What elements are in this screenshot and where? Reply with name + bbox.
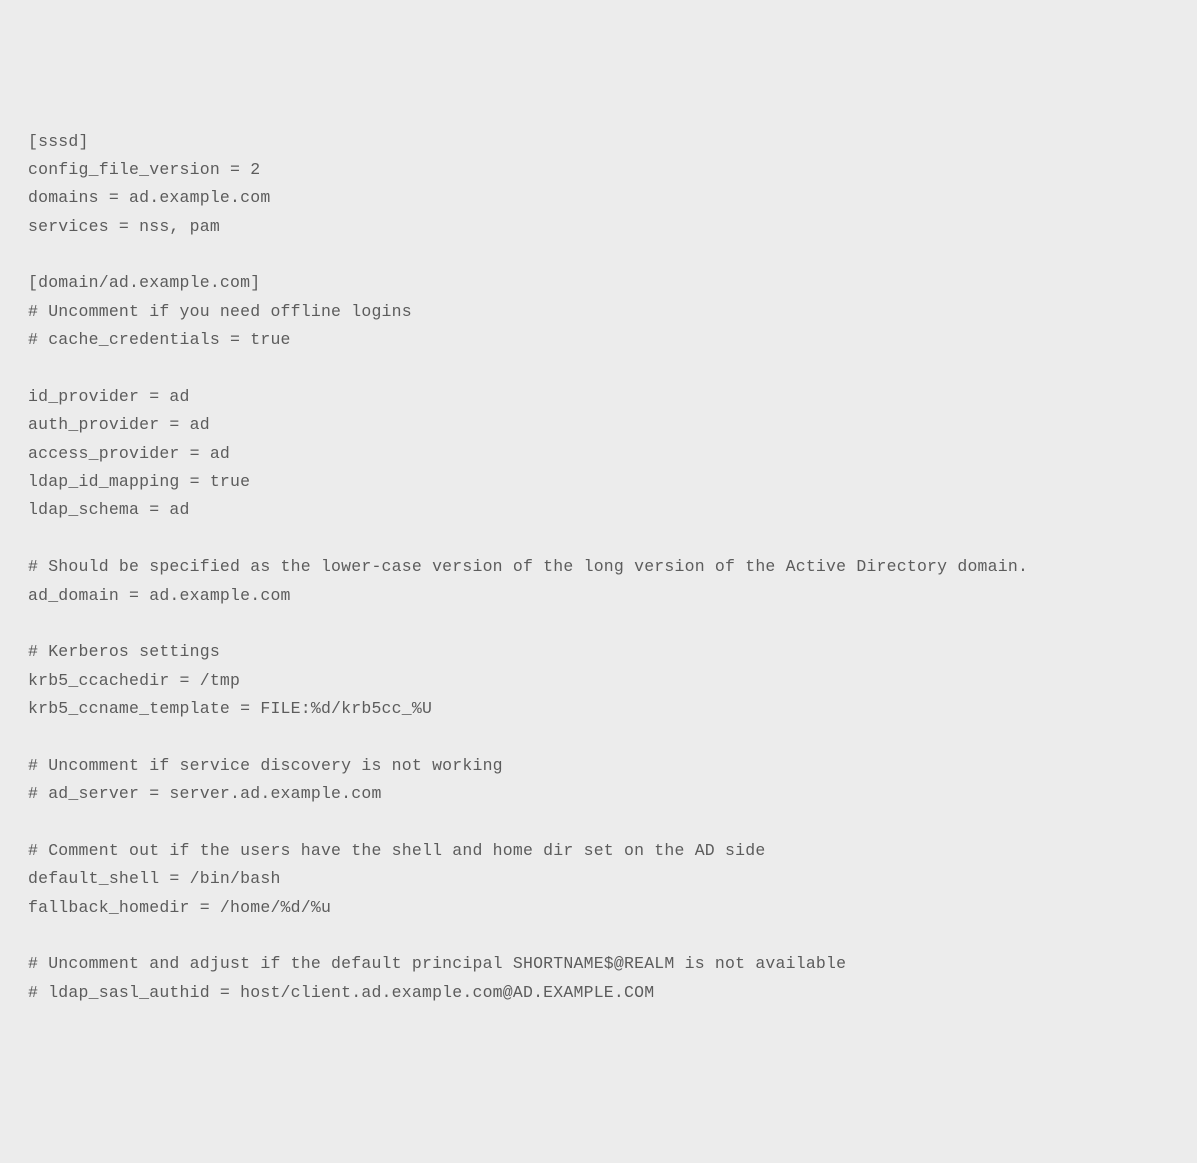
code-line: # Uncomment and adjust if the default pr… [28,954,846,973]
code-line: # Comment out if the users have the shel… [28,841,765,860]
code-line: # ldap_sasl_authid = host/client.ad.exam… [28,983,654,1002]
code-line: default_shell = /bin/bash [28,869,281,888]
code-line: config_file_version = 2 [28,160,260,179]
code-line: access_provider = ad [28,444,230,463]
code-line: domains = ad.example.com [28,188,270,207]
code-line: services = nss, pam [28,217,220,236]
config-code-block: [sssd] config_file_version = 2 domains =… [28,128,1169,1008]
code-line: ldap_schema = ad [28,500,190,519]
code-line: fallback_homedir = /home/%d/%u [28,898,331,917]
code-line: # Uncomment if service discovery is not … [28,756,503,775]
code-line: [sssd] [28,132,89,151]
code-line: auth_provider = ad [28,415,210,434]
code-line: ldap_id_mapping = true [28,472,250,491]
code-line: krb5_ccname_template = FILE:%d/krb5cc_%U [28,699,432,718]
code-line: id_provider = ad [28,387,190,406]
code-line: [domain/ad.example.com] [28,273,260,292]
code-line: # Uncomment if you need offline logins [28,302,412,321]
code-line: # cache_credentials = true [28,330,291,349]
code-line: # Should be specified as the lower-case … [28,557,1028,576]
code-line: # Kerberos settings [28,642,220,661]
code-line: # ad_server = server.ad.example.com [28,784,382,803]
code-line: ad_domain = ad.example.com [28,586,291,605]
code-line: krb5_ccachedir = /tmp [28,671,240,690]
